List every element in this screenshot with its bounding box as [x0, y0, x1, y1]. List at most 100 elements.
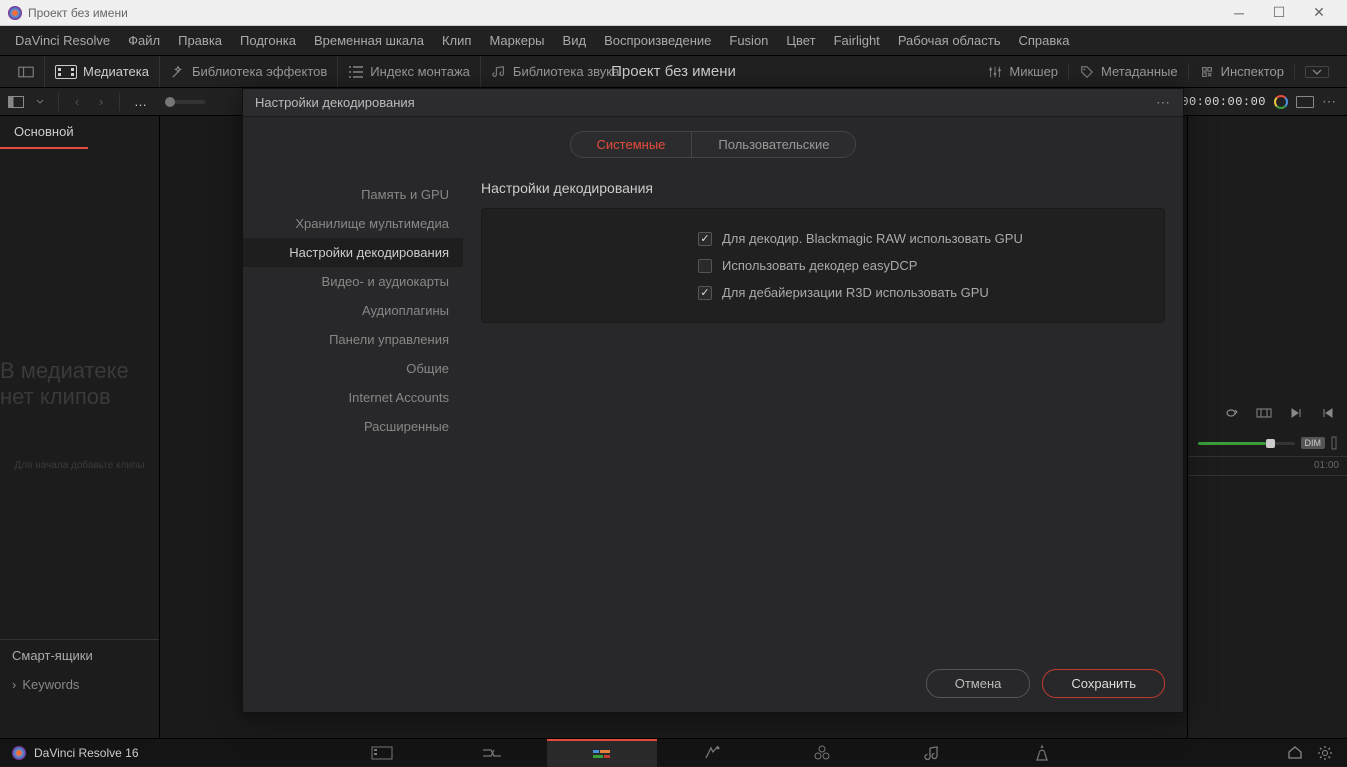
metadata-button[interactable]: Метаданные	[1079, 64, 1178, 79]
keywords-item[interactable]: › Keywords	[0, 671, 159, 698]
volume-control: DIM	[1188, 430, 1347, 456]
window-titlebar: Проект без имени ─ ☐ ✕	[0, 0, 1347, 26]
cancel-button[interactable]: Отмена	[926, 669, 1031, 698]
volume-slider[interactable]	[1198, 442, 1295, 445]
menu-trim[interactable]: Подгонка	[231, 29, 305, 52]
nav-audio-plugins[interactable]: Аудиоплагины	[243, 296, 463, 325]
inspector-button[interactable]: Инспектор	[1199, 64, 1284, 79]
menu-edit[interactable]: Правка	[169, 29, 231, 52]
breadcrumb[interactable]: …	[128, 94, 153, 109]
inspector-label: Инспектор	[1221, 64, 1284, 79]
timeline-ruler[interactable]: 01:00	[1188, 456, 1347, 476]
checkbox-easydcp[interactable]	[698, 259, 712, 273]
menu-davinci[interactable]: DaVinci Resolve	[6, 29, 119, 52]
mediapool-button[interactable]: Медиатека	[55, 64, 149, 79]
check-row-r3d: Для дебайеризации R3D использовать GPU	[498, 279, 1148, 306]
panel-dropdown[interactable]	[30, 94, 50, 110]
expand-dropdown[interactable]	[1305, 66, 1329, 78]
workspace-toolbar: Медиатека Библиотека эффектов Индекс мон…	[0, 56, 1347, 88]
menu-file[interactable]: Файл	[119, 29, 169, 52]
next-button[interactable]	[1287, 406, 1305, 420]
inspector-icon	[1199, 65, 1215, 79]
tag-icon	[1079, 65, 1095, 79]
more-options[interactable]: ⋯	[1322, 93, 1337, 110]
close-button[interactable]: ✕	[1299, 0, 1339, 26]
checkbox-r3d-gpu[interactable]	[698, 286, 712, 300]
settings-button[interactable]	[1317, 745, 1333, 761]
timecode-display: 00:00:00:00	[1181, 95, 1266, 109]
panel-toggle-icon[interactable]	[6, 94, 26, 110]
menu-fairlight[interactable]: Fairlight	[825, 29, 889, 52]
chevron-down-icon	[1312, 69, 1322, 75]
nav-decode-options[interactable]: Настройки декодирования	[243, 238, 463, 267]
nav-general[interactable]: Общие	[243, 354, 463, 383]
empty-hint: Для начала добавьте клипы	[14, 460, 144, 471]
checkbox-easydcp-label: Использовать декодер easyDCP	[722, 258, 917, 273]
soundlib-button[interactable]: Библиотека звука	[491, 64, 620, 79]
menu-timeline[interactable]: Временная шкала	[305, 29, 433, 52]
home-button[interactable]	[1287, 745, 1303, 761]
bin-tab[interactable]: Основной	[0, 116, 88, 149]
menu-playback[interactable]: Воспроизведение	[595, 29, 720, 52]
nav-control-panels[interactable]: Панели управления	[243, 325, 463, 354]
nav-media-storage[interactable]: Хранилище мультимедиа	[243, 209, 463, 238]
dialog-title: Настройки декодирования	[255, 95, 415, 110]
maximize-button[interactable]: ☐	[1259, 0, 1299, 26]
nav-video-audio-io[interactable]: Видео- и аудиокарты	[243, 267, 463, 296]
layout-icon[interactable]	[18, 65, 34, 79]
menu-bar: DaVinci Resolve Файл Правка Подгонка Вре…	[0, 26, 1347, 56]
zoom-slider[interactable]	[165, 100, 205, 104]
page-edit[interactable]	[547, 739, 657, 767]
mediapool-icon	[55, 65, 77, 79]
dim-badge[interactable]: DIM	[1301, 437, 1326, 449]
nav-internet-accounts[interactable]: Internet Accounts	[243, 383, 463, 412]
sliders-icon	[987, 65, 1003, 79]
dialog-options[interactable]: ⋯	[1156, 94, 1171, 111]
app-icon	[8, 6, 22, 20]
page-fusion[interactable]	[657, 739, 767, 767]
menu-fusion[interactable]: Fusion	[720, 29, 777, 52]
chevron-right-icon: ›	[12, 677, 16, 692]
prefs-tab-switch: Системные Пользовательские	[570, 131, 857, 158]
preferences-dialog: Настройки декодирования ⋯ Системные Поль…	[242, 88, 1184, 713]
page-deliver[interactable]	[987, 739, 1097, 767]
page-cut[interactable]	[437, 739, 547, 767]
page-color[interactable]	[767, 739, 877, 767]
mixer-label: Микшер	[1009, 64, 1058, 79]
effects-label: Библиотека эффектов	[192, 64, 327, 79]
decode-panel: Для декодир. Blackmagic RAW использовать…	[481, 208, 1165, 323]
page-media[interactable]	[327, 739, 437, 767]
app-icon-small	[12, 746, 26, 760]
menu-workspace[interactable]: Рабочая область	[889, 29, 1010, 52]
ruler-end-label: 01:00	[1314, 460, 1339, 471]
section-title: Настройки декодирования	[481, 180, 1165, 196]
menu-clip[interactable]: Клип	[433, 29, 480, 52]
check-row-easydcp: Использовать декодер easyDCP	[498, 252, 1148, 279]
mixer-button[interactable]: Микшер	[987, 64, 1058, 79]
editindex-button[interactable]: Индекс монтажа	[348, 64, 470, 79]
match-frame-button[interactable]	[1255, 406, 1273, 420]
last-button[interactable]	[1319, 406, 1337, 420]
menu-markers[interactable]: Маркеры	[480, 29, 553, 52]
menu-help[interactable]: Справка	[1009, 29, 1078, 52]
minimize-button[interactable]: ─	[1219, 0, 1259, 26]
checkbox-r3d-label: Для дебайеризации R3D использовать GPU	[722, 285, 989, 300]
keywords-label: Keywords	[22, 677, 79, 692]
tab-user[interactable]: Пользовательские	[692, 132, 855, 157]
smartbins-header[interactable]: Смарт-ящики	[0, 639, 159, 671]
menu-view[interactable]: Вид	[554, 29, 596, 52]
prefs-content: Настройки декодирования Для декодир. Bla…	[463, 174, 1183, 647]
loop-button[interactable]	[1223, 406, 1241, 420]
page-fairlight[interactable]	[877, 739, 987, 767]
save-button[interactable]: Сохранить	[1042, 669, 1165, 698]
nav-advanced[interactable]: Расширенные	[243, 412, 463, 441]
music-icon	[491, 65, 507, 79]
menu-color[interactable]: Цвет	[777, 29, 824, 52]
frame-icon[interactable]	[1296, 96, 1314, 108]
tab-system[interactable]: Системные	[571, 132, 693, 157]
nav-memory-gpu[interactable]: Память и GPU	[243, 180, 463, 209]
nav-back[interactable]: ‹	[67, 94, 87, 110]
checkbox-bmraw-gpu[interactable]	[698, 232, 712, 246]
nav-forward[interactable]: ›	[91, 94, 111, 110]
effects-button[interactable]: Библиотека эффектов	[170, 64, 327, 79]
